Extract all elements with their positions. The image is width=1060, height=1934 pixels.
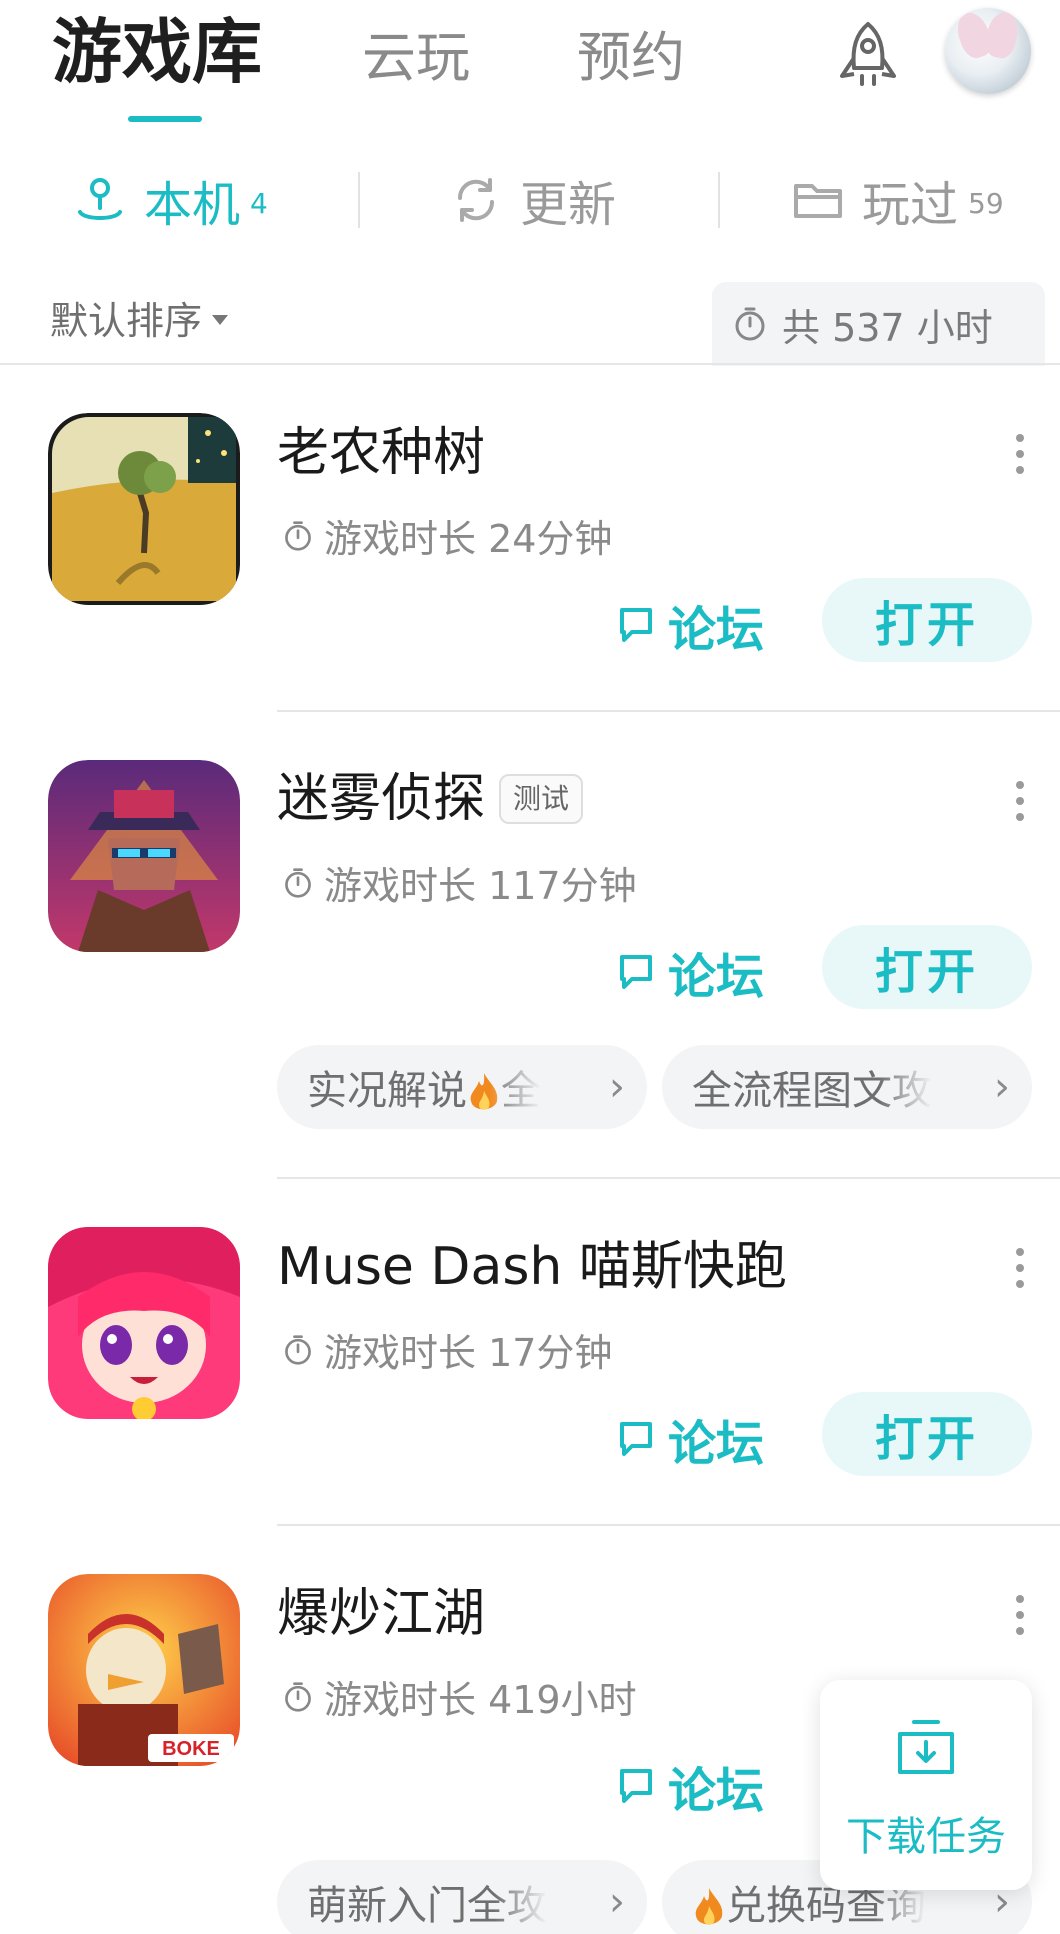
open-button[interactable]: 打开 (822, 1392, 1032, 1476)
chip-label: 萌新入门全攻 (307, 1883, 547, 1929)
game-icon-baochao-jianghu[interactable]: BOKE (48, 1574, 240, 1766)
forum-label: 论坛 (668, 1416, 765, 1472)
forum-button[interactable]: 论坛 (616, 1751, 764, 1821)
chat-bubble-icon (620, 1769, 652, 1803)
stopwatch-icon (285, 1681, 311, 1712)
caret-down-icon (212, 314, 229, 325)
subtab-local-label: 本机 (144, 177, 241, 233)
chip-label: 全流程图文攻 (692, 1068, 932, 1114)
tab-cloud-play[interactable]: 云玩 (362, 18, 470, 98)
game-title-text: Muse Dash 喵斯快跑 (277, 1237, 787, 1297)
top-navigation: 游戏库 云玩 预约 (0, 0, 1060, 140)
subtab-separator (358, 172, 360, 228)
game-icon-detective[interactable] (48, 760, 240, 952)
header-divider (0, 363, 1060, 365)
chip-text-wrap: 实况解说全 (307, 1058, 541, 1116)
refresh-icon (457, 178, 495, 222)
game-title[interactable]: 爆炒江湖 (277, 1579, 485, 1649)
stopwatch-icon (285, 520, 311, 551)
user-avatar[interactable] (945, 8, 1031, 94)
stopwatch-icon (735, 307, 765, 341)
game-playtime: 游戏时长 117分钟 (282, 855, 637, 910)
folder-icon (794, 184, 842, 218)
row-divider (277, 1177, 1060, 1179)
forum-button[interactable]: 论坛 (616, 1404, 764, 1474)
subtab-updates-label: 更新 (520, 177, 617, 233)
chip-label-tail: 全 (501, 1068, 541, 1114)
fire-icon (695, 1888, 723, 1925)
row-divider (277, 1524, 1060, 1526)
fire-icon (470, 1073, 498, 1110)
chat-bubble-icon (620, 1422, 652, 1456)
sub-tabs: 本机 4 更新 玩过 59 (0, 160, 1060, 240)
game-icon-muse-dash[interactable] (48, 1227, 240, 1419)
chevron-right-icon: › (609, 1879, 625, 1925)
chat-bubble-icon (620, 955, 652, 989)
more-options-icon[interactable] (1012, 1595, 1028, 1635)
location-person-icon (78, 178, 122, 220)
forum-label: 论坛 (668, 949, 765, 1005)
download-tasks-label: 下载任务 (846, 1814, 1006, 1860)
forum-label: 论坛 (668, 602, 765, 658)
sort-label: 默认排序 (50, 299, 203, 343)
game-title[interactable]: 迷雾侦探 测试 (277, 764, 584, 834)
open-button[interactable]: 打开 (822, 578, 1032, 662)
game-playtime: 游戏时长 17分钟 (282, 1322, 612, 1377)
subtab-played[interactable]: 玩过 59 (790, 160, 1004, 240)
tab-game-library[interactable]: 游戏库 (52, 12, 262, 92)
game-title-text: 老农种树 (277, 423, 486, 483)
chevron-right-icon: › (609, 1064, 625, 1110)
row-divider (277, 710, 1060, 712)
subtab-local-count: 4 (250, 186, 268, 220)
more-options-icon[interactable] (1012, 1248, 1028, 1288)
game-icon-farmer[interactable] (48, 413, 240, 605)
game-playtime: 游戏时长 24分钟 (282, 508, 612, 563)
game-playtime-text: 游戏时长 419小时 (324, 1678, 637, 1722)
subtab-played-count: 59 (968, 186, 1004, 220)
svg-text:BOKE: BOKE (162, 1738, 220, 1760)
chat-bubble-icon (620, 608, 652, 642)
download-tray-icon (898, 1720, 954, 1774)
beta-badge: 测试 (499, 774, 584, 824)
stopwatch-icon (285, 1334, 311, 1365)
more-options-icon[interactable] (1012, 434, 1028, 474)
game-title[interactable]: Muse Dash 喵斯快跑 (277, 1232, 787, 1302)
game-title-text: 爆炒江湖 (277, 1584, 486, 1644)
forum-label: 论坛 (668, 1763, 765, 1819)
game-playtime-text: 游戏时长 17分钟 (324, 1331, 613, 1375)
forum-button[interactable]: 论坛 (616, 937, 764, 1007)
sort-dropdown[interactable]: 默认排序 (50, 290, 229, 345)
open-button[interactable]: 打开 (822, 925, 1032, 1009)
game-playtime-text: 游戏时长 117分钟 (324, 864, 637, 908)
download-tasks-button[interactable]: 下载任务 (820, 1680, 1032, 1890)
game-title-text: 迷雾侦探 (277, 769, 486, 829)
guide-chip[interactable]: 全流程图文攻 › (662, 1045, 1032, 1129)
guide-chip[interactable]: 实况解说全 › (277, 1045, 647, 1129)
chip-label: 实况解说 (307, 1068, 467, 1114)
subtab-updates[interactable]: 更新 (448, 160, 616, 240)
game-title[interactable]: 老农种树 (277, 418, 485, 488)
subtab-separator (718, 172, 720, 228)
total-playtime-label: 共 537 小时 (782, 305, 993, 350)
chevron-right-icon: › (994, 1064, 1010, 1110)
subtab-local[interactable]: 本机 4 (72, 160, 268, 240)
rocket-icon[interactable] (828, 18, 908, 98)
total-playtime: 共 537 小时 (712, 282, 1045, 366)
subtab-played-label: 玩过 (862, 177, 959, 233)
active-tab-indicator (128, 116, 202, 122)
tab-reservations[interactable]: 预约 (577, 18, 685, 98)
guide-chip[interactable]: 萌新入门全攻 › (277, 1860, 647, 1934)
more-options-icon[interactable] (1012, 781, 1028, 821)
game-playtime-text: 游戏时长 24分钟 (324, 517, 613, 561)
game-playtime: 游戏时长 419小时 (282, 1669, 637, 1724)
forum-button[interactable]: 论坛 (616, 590, 764, 660)
stopwatch-icon (285, 867, 311, 898)
